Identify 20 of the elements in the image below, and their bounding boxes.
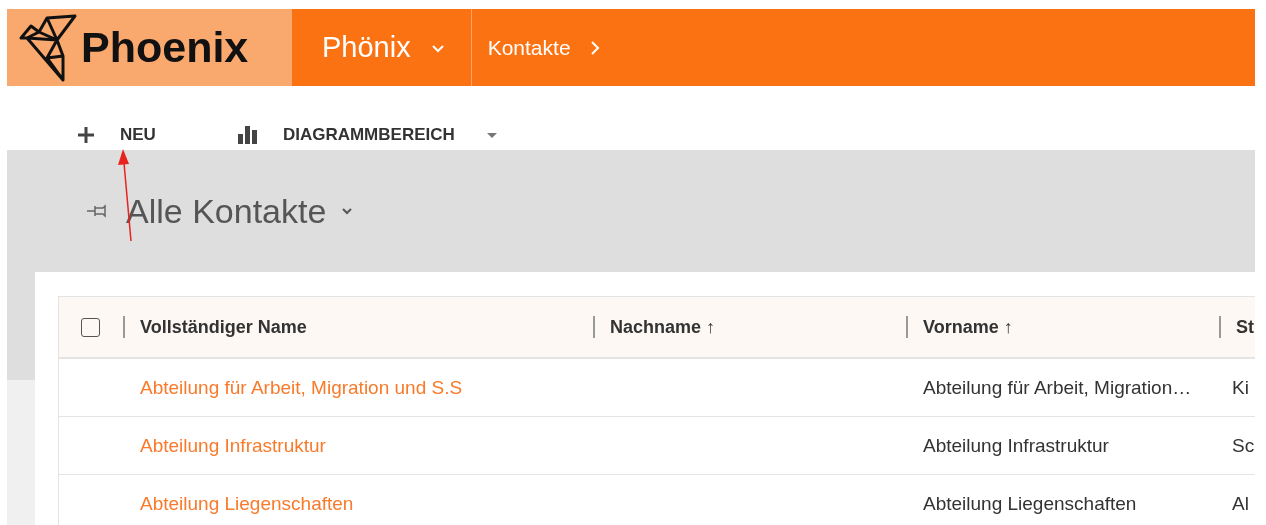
column-header[interactable]: St	[1219, 316, 1255, 338]
logo-text: Phoenix	[81, 23, 249, 72]
table-cell-text: Ki	[1231, 376, 1249, 399]
column-header[interactable]: Nachname ↑	[593, 316, 906, 338]
toolbar-button[interactable]: DIAGRAMMBEREICH	[237, 125, 497, 145]
column-header[interactable]: Vorname ↑	[906, 316, 1219, 338]
column-header[interactable]: Vollständiger Name	[123, 316, 593, 338]
pin-icon	[87, 204, 106, 218]
table-cell-text: Abteilung Infrastruktur	[922, 434, 1109, 457]
toolbar-button[interactable]: NEU	[78, 125, 156, 145]
chevron-down-icon	[430, 42, 445, 53]
checkbox[interactable]	[81, 317, 100, 337]
chevron-right-icon	[588, 39, 601, 56]
bar-chart-icon	[237, 126, 257, 144]
table-cell-text: Abteilung für Arbeit, Migration…	[922, 376, 1192, 399]
table-cell-text: Sc	[1231, 434, 1255, 457]
table-cell-text: Abteilung Liegenschaften	[922, 492, 1137, 515]
chevron-down-icon	[342, 207, 353, 215]
table-cell-text: Al	[1231, 492, 1249, 515]
plus-icon	[78, 127, 94, 143]
